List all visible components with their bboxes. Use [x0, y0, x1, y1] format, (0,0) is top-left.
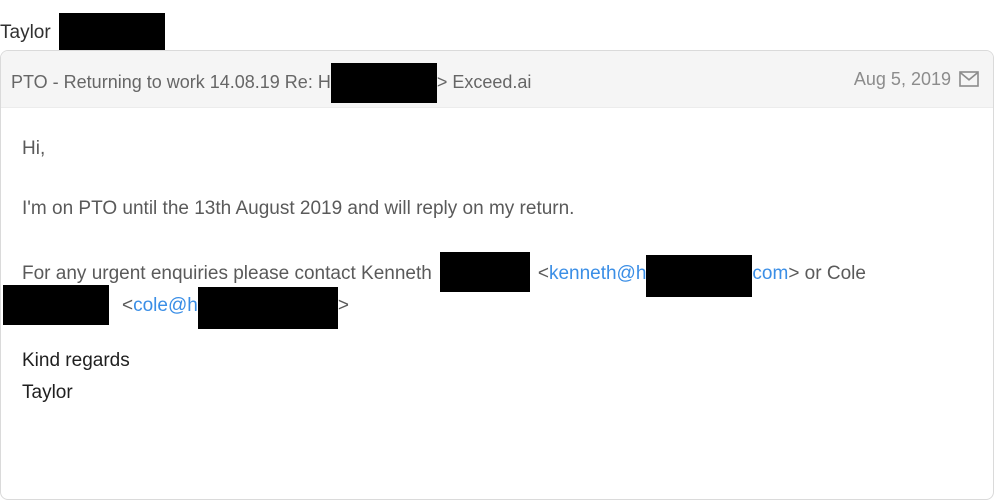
date-area: Aug 5, 2019 [854, 65, 979, 93]
redaction-block [197, 287, 338, 329]
email-card: PTO - Returning to work 14.08.19 Re: H > … [0, 50, 994, 500]
redaction-block [58, 13, 165, 51]
urgent-line-continued: <cole@h > [3, 285, 973, 329]
redaction-block [3, 285, 109, 325]
signature: Taylor [22, 382, 73, 403]
urgent-line: For any urgent enquiries please contact … [22, 252, 973, 297]
email-screenshot: Taylor PTO - Returning to work 14.08.19 … [0, 0, 996, 500]
kenneth-email-open: < [537, 263, 549, 285]
kenneth-email-link-end[interactable]: com [752, 263, 788, 284]
cole-email-open: < [122, 295, 134, 317]
email-date: Aug 5, 2019 [853, 69, 951, 89]
kenneth-email-link[interactable]: kenneth@h [549, 263, 646, 284]
email-body: Hi, I'm on PTO until the 13th August 201… [3, 133, 973, 409]
cole-email-link[interactable]: cole@h [133, 295, 198, 316]
signoff: Kind regards [22, 350, 130, 371]
sender-line: Taylor [0, 13, 165, 51]
greeting: Hi, [22, 138, 46, 159]
envelope-icon[interactable] [959, 71, 979, 87]
pto-message: I'm on PTO until the 13th August 2019 an… [22, 198, 575, 219]
subject-suffix: > Exceed.ai [436, 71, 532, 92]
urgent-prefix: For any urgent enquiries please contact … [22, 263, 432, 285]
sender-name: Taylor [0, 22, 51, 44]
redaction-block [330, 63, 437, 103]
kenneth-email-close: > or Cole [788, 263, 866, 285]
email-header[interactable]: PTO - Returning to work 14.08.19 Re: H > … [1, 51, 993, 108]
subject-prefix: PTO - Returning to work 14.08.19 Re: H [11, 71, 331, 92]
email-subject[interactable]: PTO - Returning to work 14.08.19 Re: H > … [11, 63, 532, 103]
cole-email-close: > [337, 295, 349, 317]
